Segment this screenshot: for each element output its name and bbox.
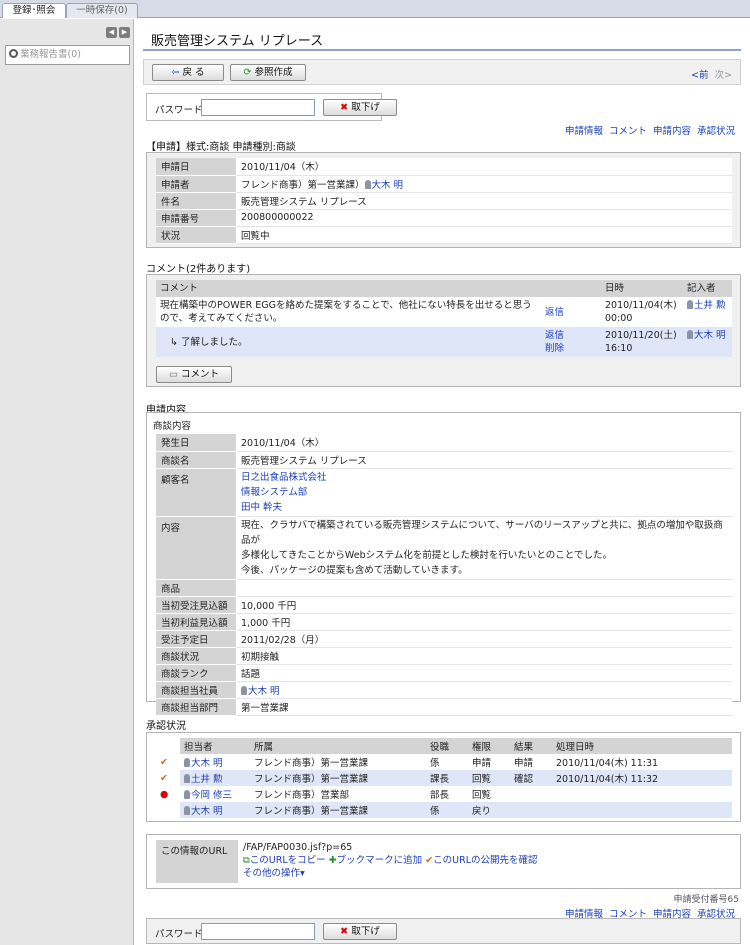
approver-user-link[interactable]: 今岡 修三 [184, 790, 232, 801]
content-table: 発生日 2010/11/04（木） 商談名 販売管理システム リプレース 顧客名 日之… [156, 434, 732, 716]
plus-icon: ✚ [328, 855, 337, 866]
url-info-box: この情報のURL /FAP/FAP0030.jsf?p=65 ⧉このURLをコピ… [146, 834, 741, 889]
applicant-user-link[interactable]: 大木 明 [364, 179, 403, 191]
toolbar: ⇦ 戻 る ⟳ 参照作成 <前 次> [143, 59, 741, 85]
section-nav-links: 申請情報 コメント 申請内容 承認状況 [559, 123, 735, 137]
approval-row: 大木 明 フレンド商事）第一営業課 係 戻り [156, 802, 732, 818]
check-icon: ✔ [160, 756, 168, 768]
close-icon: ✖ [340, 102, 352, 113]
main-content: 販売管理システム リプレース ⇦ 戻 る ⟳ 参照作成 <前 次> パスワード … [135, 19, 750, 945]
request-heading: 【申請】様式:商談 申請種別:商談 [146, 142, 296, 153]
comments-table: コメント 日時 記入者 現在構築中のPOWER EGGを絡めた提案をすることで、… [156, 280, 732, 357]
request-info-table: 申請日 2010/11/04（木） 申請者 フレンド商事）第一営業課） 大木 明 件名… [156, 158, 732, 244]
current-dot-icon: ● [160, 788, 169, 800]
reply-link[interactable]: 返信 [545, 330, 564, 341]
sidebar-search-item[interactable]: 業務報告書(0) [5, 45, 130, 65]
approval-box: 担当者 所属 役職 権限 結果 処理日時 ✔ 大木 明 フレンド商事）第一営業課… [146, 732, 741, 822]
next-link: 次> [714, 70, 732, 81]
check-icon: ✔ [156, 770, 180, 786]
person-icon [364, 179, 371, 189]
url-block: /FAP/FAP0030.jsf?p=65 ⧉このURLをコピー ✚ブックマーク… [243, 841, 538, 880]
approval-heading: 承認状況 [146, 721, 186, 732]
top-tab-bar: 登録･照会 一時保存(0) [0, 0, 750, 18]
approval-row: ✔ 土井 勲 フレンド商事）第一営業課 課長 回覧 確認 2010/11/04(… [156, 770, 732, 786]
nav-comment[interactable]: コメント [609, 126, 647, 137]
comment-row: ↳ 了解しました。 返信 削除 2010/11/20(土) 16:10 大木 明 [156, 327, 732, 357]
prev-link[interactable]: <前 [691, 70, 708, 81]
chevron-down-icon: ▾ [300, 868, 305, 879]
tab-temp-save[interactable]: 一時保存(0) [66, 3, 138, 18]
sidebar: ◀ ▶ 業務報告書(0) [0, 19, 134, 945]
person-icon [184, 758, 190, 767]
approval-table: 担当者 所属 役職 権限 結果 処理日時 ✔ 大木 明 フレンド商事）第一営業課… [156, 738, 732, 818]
url-text: /FAP/FAP0030.jsf?p=65 [243, 842, 353, 853]
comment-user-link[interactable]: 土井 勲 [687, 300, 726, 311]
copy-icon: ⧉ [243, 855, 250, 866]
checkmark-icon: ✔ [425, 855, 434, 866]
check-publish-link[interactable]: ✔このURLの公開先を確認 [425, 855, 537, 866]
back-button[interactable]: ⇦ 戻 る [152, 64, 224, 81]
copy-url-link[interactable]: ⧉このURLをコピー [243, 855, 326, 866]
person-icon [184, 774, 190, 783]
person-icon [687, 300, 693, 309]
tab-register-view[interactable]: 登録･照会 [2, 3, 66, 18]
content-subheading: 商談内容 [153, 421, 192, 432]
nav-request-info[interactable]: 申請情報 [565, 126, 603, 137]
person-icon [184, 790, 190, 799]
approval-row: ✔ 大木 明 フレンド商事）第一営業課 係 申請 申請 2010/11/04(木… [156, 754, 732, 770]
request-info-box: 申請日 2010/11/04（木） 申請者 フレンド商事）第一営業課） 大木 明 件名… [146, 152, 741, 248]
sidebar-search-label: 業務報告書(0) [20, 49, 81, 60]
customer-person-link[interactable]: 田中 幹夫 [241, 502, 282, 513]
withdraw-button-bottom[interactable]: ✖ 取下げ [323, 923, 397, 940]
approval-row: ● 今岡 修三 フレンド商事）営業部 部長 回覧 [156, 786, 732, 802]
receipt-number: 申請受付番号65 [673, 895, 739, 905]
person-icon [184, 806, 190, 815]
content-box: 商談内容 発生日 2010/11/04（木） 商談名 販売管理システム リプレース … [146, 412, 741, 716]
other-operations-link[interactable]: その他の操作▾ [243, 868, 305, 879]
nav-approval-status[interactable]: 承認状況 [697, 126, 735, 137]
expand-right-icon[interactable]: ▶ [119, 27, 130, 38]
password-input[interactable] [201, 99, 315, 116]
password-input-bottom[interactable] [201, 923, 315, 940]
speech-bubble-icon: ▭ [168, 369, 181, 380]
collapse-left-icon[interactable]: ◀ [106, 27, 117, 38]
search-icon [9, 49, 18, 58]
sales-rep-user-link[interactable]: 大木 明 [241, 685, 280, 697]
delete-link[interactable]: 削除 [545, 343, 564, 354]
person-icon [241, 685, 247, 695]
comment-row: 現在構築中のPOWER EGGを絡めた提案をすることで、他社にない特長を出せると… [156, 297, 732, 327]
password-box-bottom: パスワード ✖ 取下げ [146, 918, 741, 944]
back-arrow-icon: ⇦ [171, 67, 183, 78]
refresh-icon: ⟳ [243, 67, 255, 78]
comment-user-link[interactable]: 大木 明 [687, 330, 726, 341]
close-icon: ✖ [340, 926, 352, 937]
person-icon [687, 330, 693, 339]
approver-user-link[interactable]: 大木 明 [184, 806, 223, 817]
password-label: パスワード [155, 105, 203, 116]
bookmark-link[interactable]: ✚ブックマークに追加 [329, 855, 422, 866]
page-title: 販売管理システム リプレース [151, 34, 324, 49]
withdraw-button[interactable]: ✖ 取下げ [323, 99, 397, 116]
comment-button[interactable]: ▭ コメント [156, 366, 232, 383]
approver-user-link[interactable]: 大木 明 [184, 758, 223, 769]
customer-dept-link[interactable]: 情報システム部 [241, 487, 307, 498]
comments-heading: コメント(2件あります) [146, 264, 251, 275]
password-box-top: パスワード ✖ 取下げ [146, 93, 397, 121]
pager: <前 次> [691, 67, 732, 81]
customer-company-link[interactable]: 日之出食品株式会社 [241, 472, 327, 483]
title-bar: 販売管理システム リプレース [143, 25, 741, 51]
approver-user-link[interactable]: 土井 勲 [184, 774, 223, 785]
reference-create-button[interactable]: ⟳ 参照作成 [230, 64, 306, 81]
nav-request-content[interactable]: 申請内容 [653, 126, 691, 137]
password-label: パスワード [155, 929, 203, 940]
reply-link[interactable]: 返信 [545, 307, 564, 318]
comments-box: コメント 日時 記入者 現在構築中のPOWER EGGを絡めた提案をすることで、… [146, 274, 741, 387]
url-label: この情報のURL [156, 840, 238, 883]
